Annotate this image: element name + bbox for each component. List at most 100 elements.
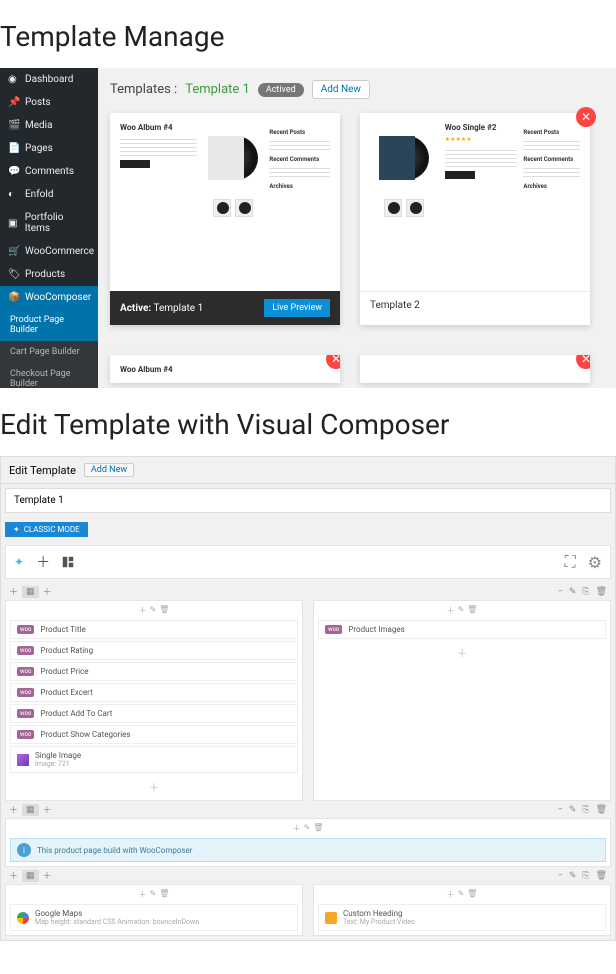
templates-button[interactable] xyxy=(62,553,74,572)
admin-menu-dashboard[interactable]: ◉Dashboard xyxy=(0,68,98,91)
vc-column-right[interactable]: ＋✎🗑 Custom HeadingText: My Product Video xyxy=(313,884,611,936)
submenu-product-page-builder[interactable]: Product Page Builder xyxy=(0,309,98,341)
sidebar-archives: Archives xyxy=(523,183,580,190)
row-add-button[interactable]: ＋ xyxy=(43,869,52,882)
admin-menu-comments[interactable]: 💬Comments xyxy=(0,160,98,183)
current-template-name: Template 1 xyxy=(185,82,250,97)
admin-menu-pages[interactable]: 📄Pages xyxy=(0,137,98,160)
templates-label: Templates : xyxy=(110,82,177,97)
row-drag-handle[interactable]: ▦ xyxy=(22,804,39,816)
col-delete-button[interactable]: 🗑 xyxy=(467,889,477,900)
vc-element-single-image[interactable]: Single ImageImage: 721 xyxy=(10,746,298,773)
vc-add-new-button[interactable]: Add New xyxy=(84,463,134,477)
vc-column-right[interactable]: ＋✎🗑 woo Product Images ＋ xyxy=(313,600,611,801)
thumb-icon xyxy=(235,199,253,217)
vc-element-custom-heading[interactable]: Custom HeadingText: My Product Video xyxy=(318,904,606,931)
admin-menu-woocomposer[interactable]: 📦WooComposer xyxy=(0,286,98,309)
row-drag-handle[interactable]: ▦ xyxy=(22,870,39,882)
delete-template-button[interactable]: ✕ xyxy=(576,107,596,127)
vc-column-full[interactable]: ＋✎🗑 i This product page build with WooCo… xyxy=(5,818,611,867)
row-collapse-button[interactable]: − xyxy=(558,871,563,881)
admin-menu-media[interactable]: 🎬Media xyxy=(0,114,98,137)
col-edit-button[interactable]: ✎ xyxy=(304,823,311,834)
row-add-button[interactable]: ＋ xyxy=(9,585,18,598)
heading-icon xyxy=(325,912,337,924)
admin-content: Templates : Template 1 Actived Add New W… xyxy=(98,68,616,388)
row-edit-button[interactable]: ✎ xyxy=(569,805,577,815)
col-edit-button[interactable]: ✎ xyxy=(458,889,465,900)
gmaps-icon xyxy=(17,912,29,924)
row-clone-button[interactable]: ⎘ xyxy=(582,587,589,597)
live-preview-button[interactable]: Live Preview xyxy=(264,299,330,317)
row-clone-button[interactable]: ⎘ xyxy=(582,871,589,881)
vc-element-product-add-to-cart[interactable]: wooProduct Add To Cart xyxy=(10,704,298,723)
col-delete-button[interactable]: 🗑 xyxy=(159,605,169,616)
col-delete-button[interactable]: 🗑 xyxy=(313,823,323,834)
vc-element-product-title[interactable]: wooProduct Title xyxy=(10,620,298,639)
col-delete-button[interactable]: 🗑 xyxy=(467,605,477,616)
vc-element-google-maps[interactable]: Google MapsMap height: standard CSS Anim… xyxy=(10,904,298,931)
row-delete-button[interactable]: 🗑 xyxy=(596,805,607,815)
admin-menu-portfolio-items[interactable]: ▣Portfolio Items xyxy=(0,206,98,240)
add-element-button[interactable]: ＋ xyxy=(36,552,50,572)
admin-menu-woocommerce[interactable]: 🛒WooCommerce xyxy=(0,240,98,263)
vc-element-product-price[interactable]: wooProduct Price xyxy=(10,662,298,681)
vc-element-info[interactable]: i This product page build with WooCompos… xyxy=(10,838,606,862)
col-add-button[interactable]: ＋ xyxy=(139,605,147,616)
row-add-button[interactable]: ＋ xyxy=(9,803,18,816)
sidebar-recent-posts: Recent Posts xyxy=(269,129,330,136)
vc-editor: Edit Template Add New Template 1 ✦ CLASS… xyxy=(0,456,616,941)
preview-product-title: Woo Album #4 xyxy=(120,123,197,132)
sidebar-recent-comments: Recent Comments xyxy=(523,156,580,163)
pin-icon: 📌 xyxy=(8,97,20,108)
add-new-button[interactable]: Add New xyxy=(312,80,370,99)
row-collapse-button[interactable]: − xyxy=(558,587,563,597)
submenu-cart-page-builder[interactable]: Cart Page Builder xyxy=(0,341,98,363)
row-collapse-button[interactable]: − xyxy=(558,805,563,815)
page-icon: 📄 xyxy=(8,143,20,154)
admin-menu-enfold[interactable]: ◐Enfold xyxy=(0,183,98,206)
column-add-button[interactable]: ＋ xyxy=(316,641,608,664)
template-title-input[interactable]: Template 1 xyxy=(5,488,611,513)
preview-add-cart-icon xyxy=(120,160,150,168)
submenu-checkout-page-builder[interactable]: Checkout Page Builder xyxy=(0,363,98,388)
admin-menu-products[interactable]: 🏷Products xyxy=(0,263,98,286)
vc-column-left[interactable]: ＋✎🗑 wooProduct TitlewooProduct Ratingwoo… xyxy=(5,600,303,801)
row-delete-button[interactable]: 🗑 xyxy=(596,587,607,597)
fullscreen-button[interactable]: ⛶ xyxy=(564,552,575,572)
template-card-4[interactable]: ✕ xyxy=(360,355,590,383)
template-card-1[interactable]: Woo Album #4 Recent Posts xyxy=(110,113,340,325)
admin-menu-posts[interactable]: 📌Posts xyxy=(0,91,98,114)
settings-button[interactable]: ⚙ xyxy=(588,553,602,572)
row-edit-button[interactable]: ✎ xyxy=(569,871,577,881)
row-add-button[interactable]: ＋ xyxy=(43,585,52,598)
vc-column-left[interactable]: ＋✎🗑 Google MapsMap height: standard CSS … xyxy=(5,884,303,936)
classic-mode-button[interactable]: ✦ CLASSIC MODE xyxy=(5,522,88,537)
vc-element-product-show-categories[interactable]: wooProduct Show Categories xyxy=(10,725,298,744)
vc-element-product-images[interactable]: woo Product Images xyxy=(318,620,606,639)
row-edit-button[interactable]: ✎ xyxy=(569,587,577,597)
thumb-icon xyxy=(384,199,402,217)
row-add-button[interactable]: ＋ xyxy=(9,869,18,882)
col-edit-button[interactable]: ✎ xyxy=(150,889,157,900)
preview-product-title: Woo Album #4 xyxy=(120,365,200,374)
col-add-button[interactable]: ＋ xyxy=(139,889,147,900)
row-delete-button[interactable]: 🗑 xyxy=(596,871,607,881)
template-card-3[interactable]: ✕ Woo Album #4 xyxy=(110,355,340,383)
vc-element-product-rating[interactable]: wooProduct Rating xyxy=(10,641,298,660)
row-clone-button[interactable]: ⎘ xyxy=(582,805,589,815)
comment-icon: 💬 xyxy=(8,166,20,177)
media-icon: 🎬 xyxy=(8,120,20,131)
col-add-button[interactable]: ＋ xyxy=(447,889,455,900)
col-delete-button[interactable]: 🗑 xyxy=(159,889,169,900)
template-card-2[interactable]: ✕ Woo Single #2 ★★★★★ xyxy=(360,113,590,325)
row-add-button[interactable]: ＋ xyxy=(43,803,52,816)
column-add-button[interactable]: ＋ xyxy=(8,775,300,798)
col-add-button[interactable]: ＋ xyxy=(293,823,301,834)
vc-element-product-excert[interactable]: wooProduct Excert xyxy=(10,683,298,702)
col-edit-button[interactable]: ✎ xyxy=(458,605,465,616)
col-edit-button[interactable]: ✎ xyxy=(150,605,157,616)
woo-badge-icon: woo xyxy=(17,667,34,676)
row-drag-handle[interactable]: ▦ xyxy=(22,586,39,598)
col-add-button[interactable]: ＋ xyxy=(447,605,455,616)
